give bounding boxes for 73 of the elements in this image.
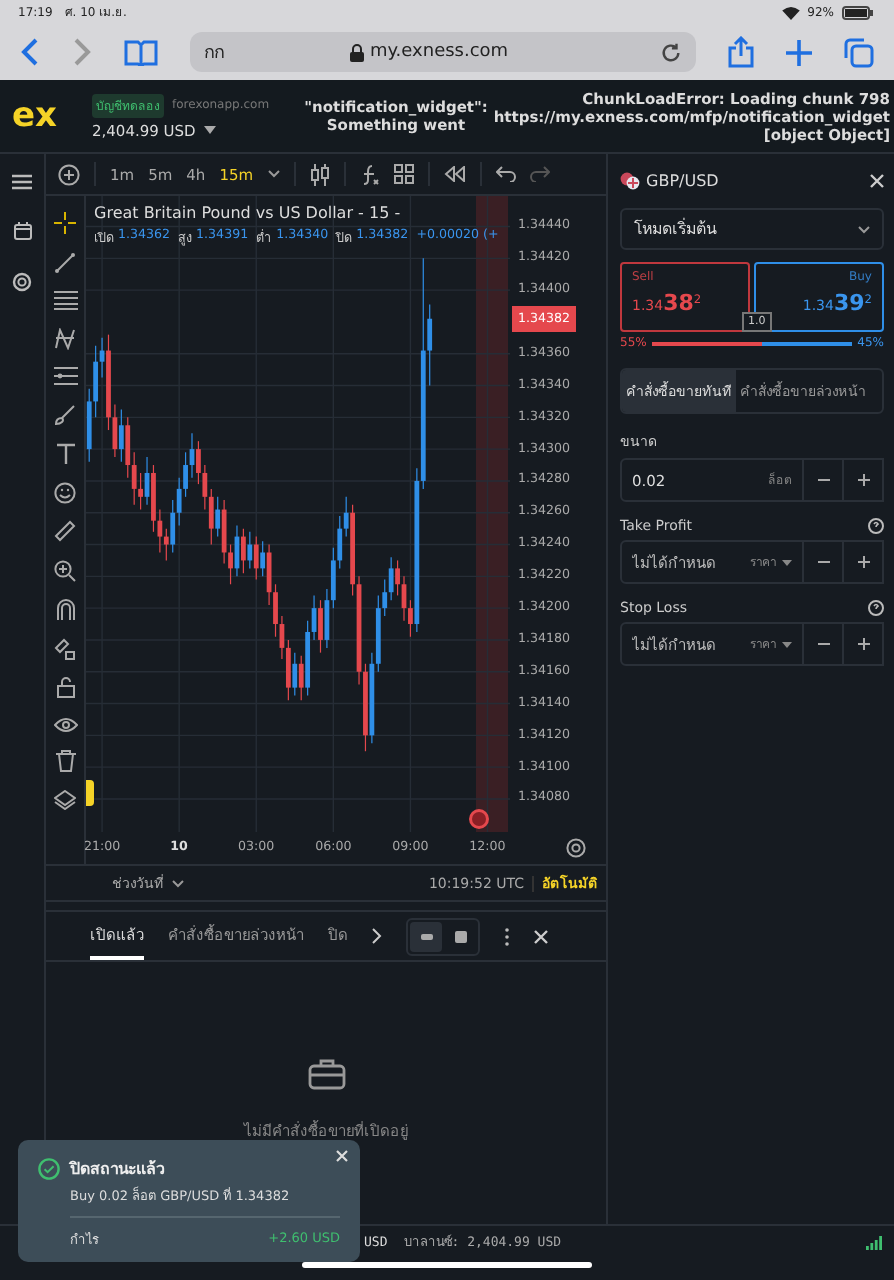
help-icon[interactable]	[868, 600, 884, 616]
address-bar[interactable]: กก my.exness.com	[190, 32, 696, 72]
close-icon[interactable]	[336, 1150, 348, 1162]
logo[interactable]: ex	[12, 96, 92, 136]
more-icon[interactable]	[504, 927, 510, 945]
magnet-icon[interactable]	[55, 598, 75, 620]
caret-icon[interactable]	[203, 126, 216, 134]
briefcase-icon	[307, 1058, 345, 1090]
panel-handle[interactable]	[86, 780, 94, 806]
increment-button[interactable]	[844, 458, 884, 502]
group-view-button[interactable]	[410, 921, 442, 951]
pencil-lock-icon[interactable]	[54, 637, 76, 659]
signal-icon	[866, 1235, 882, 1249]
minus-icon	[817, 642, 829, 646]
line-tool-icon[interactable]	[54, 251, 76, 273]
chevron-down-icon[interactable]	[172, 879, 184, 887]
layers-icon[interactable]	[54, 789, 76, 809]
plus-icon	[857, 638, 869, 650]
zoom-in-icon[interactable]	[54, 559, 76, 581]
brush-icon[interactable]	[54, 403, 76, 425]
target-icon[interactable]	[12, 272, 32, 292]
help-icon[interactable]	[868, 518, 884, 534]
url-text: my.exness.com	[370, 42, 511, 62]
currency-flags-icon	[620, 171, 640, 189]
calendar-icon[interactable]	[13, 222, 31, 240]
ruler-icon[interactable]	[54, 520, 76, 542]
rewind-icon[interactable]	[443, 166, 466, 182]
chevron-down-icon	[858, 225, 870, 233]
toast-title: ปิดสถานะแล้ว	[70, 1158, 164, 1182]
plus-icon[interactable]	[786, 39, 812, 65]
smiley-icon[interactable]	[54, 481, 76, 503]
record-icon[interactable]	[468, 808, 490, 830]
caret-icon[interactable]	[782, 641, 792, 647]
wifi-icon	[781, 5, 800, 19]
tabs-icon[interactable]	[844, 37, 874, 67]
unlock-icon[interactable]	[55, 676, 75, 698]
minus-icon	[817, 560, 829, 564]
lock-icon	[350, 43, 364, 61]
crosshair-icon[interactable]	[54, 212, 76, 234]
increment-button[interactable]	[844, 540, 884, 584]
bookmarks-icon[interactable]	[124, 39, 158, 65]
chevron-right-icon[interactable]	[372, 928, 382, 944]
plus-icon	[857, 556, 869, 568]
chart-title: Great Britain Pound vs US Dollar - 15 -	[94, 204, 403, 222]
plus-icon	[857, 474, 869, 486]
address-prefix: กก	[204, 42, 224, 66]
function-icon[interactable]	[359, 163, 380, 185]
close-icon[interactable]	[534, 929, 548, 943]
check-circle-icon	[38, 1158, 60, 1180]
square-icon	[453, 929, 467, 943]
mode-dropdown[interactable]: โหมดเริ่มต้น	[620, 208, 884, 250]
close-icon[interactable]	[870, 173, 884, 187]
menu-icon[interactable]	[12, 174, 32, 190]
add-circle-icon[interactable]	[58, 163, 80, 185]
eye-icon[interactable]	[53, 715, 77, 733]
share-icon[interactable]	[728, 36, 754, 68]
trash-icon[interactable]	[55, 750, 75, 772]
pattern-icon[interactable]	[54, 327, 76, 349]
text-tool-icon[interactable]	[55, 442, 75, 464]
chevron-down-icon[interactable]	[267, 170, 280, 178]
increment-button[interactable]	[844, 622, 884, 666]
caret-icon[interactable]	[782, 559, 792, 565]
minus-icon	[817, 478, 829, 482]
parallel-lines-icon[interactable]	[53, 290, 77, 310]
settings-icon[interactable]	[566, 838, 586, 858]
battery-icon	[842, 5, 874, 19]
grid-icon[interactable]	[393, 164, 414, 184]
undo-icon[interactable]	[495, 166, 516, 182]
reload-icon[interactable]	[660, 41, 682, 63]
symbol-title: GBP/USD	[646, 171, 719, 189]
candlestick-icon[interactable]	[309, 163, 330, 185]
back-icon[interactable]	[20, 38, 40, 66]
levels-icon[interactable]	[53, 366, 77, 386]
